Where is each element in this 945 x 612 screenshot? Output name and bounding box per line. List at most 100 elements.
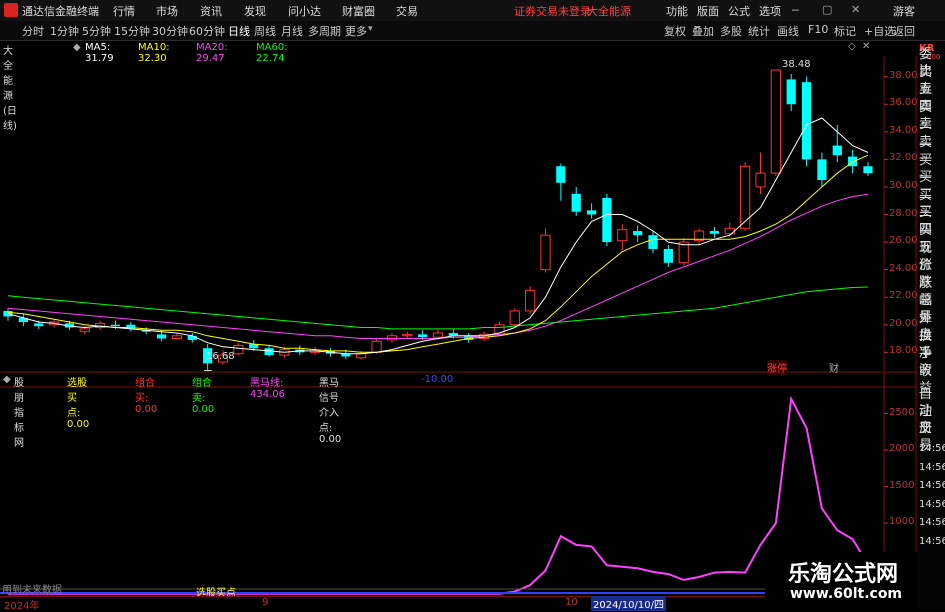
- menu-faxian[interactable]: 发现: [244, 3, 266, 19]
- candle-body: [817, 159, 827, 181]
- login-warning[interactable]: 证券交易未登录: [514, 3, 591, 19]
- date-label-oct: 10: [565, 597, 578, 608]
- btn-f10[interactable]: F10: [808, 23, 828, 36]
- max-price-label: 38.48: [782, 59, 811, 70]
- tab-monthly[interactable]: 月线: [281, 23, 303, 39]
- chevron-down-icon[interactable]: ▾: [368, 24, 373, 34]
- limit-up-tag[interactable]: 涨停: [767, 360, 787, 375]
- btn-back[interactable]: 返回: [893, 23, 915, 39]
- candles-group: [3, 69, 873, 371]
- candle-body: [356, 353, 367, 359]
- menu-banmian[interactable]: 版面: [697, 3, 719, 19]
- price-tick-label: 38.00: [889, 69, 918, 81]
- candle-body: [586, 210, 597, 215]
- legend-expand-icon[interactable]: ◆: [73, 42, 81, 53]
- trade-time-label: 14:56: [919, 535, 945, 547]
- tab-60min[interactable]: 60分钟: [189, 23, 225, 39]
- user-label[interactable]: 游客: [893, 3, 915, 19]
- price-tick-label: 34.00: [889, 124, 918, 136]
- candle-body: [418, 334, 428, 338]
- menu-xuanxiang[interactable]: 选项: [759, 3, 781, 19]
- watermark-line1: 乐淘公式网: [788, 562, 899, 587]
- menu-gongshi[interactable]: 公式: [728, 3, 750, 19]
- menu-hangqing[interactable]: 行情: [113, 3, 135, 19]
- candle-body: [79, 328, 90, 333]
- ind-tick-label: 2000: [889, 443, 915, 455]
- candle-body: [801, 82, 812, 160]
- candle-body: [633, 231, 643, 236]
- price-tick-label: 20.00: [889, 317, 918, 329]
- price-tick-label: 22.00: [889, 290, 918, 302]
- btn-add-watchlist[interactable]: +自选: [864, 23, 895, 39]
- tab-30min[interactable]: 30分钟: [152, 23, 188, 39]
- indicator-name: 股朋指标网: [14, 378, 24, 449]
- title-bar: 通达信金融终端 行情 市场 资讯 发现 问小达 财富圈 交易 证券交易未登录 大…: [0, 0, 945, 22]
- ma10-line: [7, 154, 869, 353]
- candle-body: [525, 289, 536, 312]
- tab-daily[interactable]: 日线: [228, 23, 250, 39]
- ma60-line: [7, 286, 869, 330]
- menu-gongneng[interactable]: 功能: [666, 3, 688, 19]
- tab-weekly[interactable]: 周线: [254, 23, 276, 39]
- price-axis: 38.00 36.00 34.00 32.00 30.00 28.00 26.00 24.00…: [884, 56, 918, 373]
- tab-multi-period[interactable]: 多周期: [308, 23, 341, 39]
- chart-area[interactable]: [0, 56, 917, 609]
- candle-body: [770, 69, 781, 174]
- menu-jiaoyi[interactable]: 交易: [396, 3, 418, 19]
- settings-diamond-icon[interactable]: ◇: [848, 41, 856, 52]
- ind-tick-label: 2500: [889, 406, 915, 418]
- finance-tag[interactable]: 财: [829, 360, 839, 375]
- menu-zixun[interactable]: 资讯: [200, 3, 222, 19]
- candle-body: [709, 231, 720, 234]
- candle-body: [233, 344, 244, 355]
- candle-body: [602, 197, 612, 243]
- candle-body: [110, 324, 121, 327]
- candle-body: [648, 235, 658, 249]
- ma20-line: [7, 193, 869, 339]
- price-tick-label: 24.00: [889, 262, 918, 274]
- tab-more[interactable]: 更多: [345, 23, 367, 39]
- period-toolbar: 分时 1分钟 5分钟 15分钟 30分钟 60分钟 日线 周线 月线 多周期 更…: [0, 21, 945, 41]
- indicator-settings-icon[interactable]: ◆: [3, 374, 11, 385]
- menu-shichang[interactable]: 市场: [156, 3, 178, 19]
- ma-lines-group: [7, 117, 869, 355]
- candle-body: [34, 323, 44, 327]
- indicator-extra: -10.00: [421, 374, 454, 385]
- tab-fenshi[interactable]: 分时: [22, 23, 44, 39]
- date-label-sep: 9: [262, 597, 269, 608]
- future-data-label: 用到未来数据: [2, 585, 62, 596]
- min-price-label: 16.68: [206, 351, 235, 362]
- price-tick-label: 30.00: [889, 179, 918, 191]
- price-tick-label: 28.00: [889, 207, 918, 219]
- btn-fuquan[interactable]: 复权: [664, 23, 686, 39]
- close-icon[interactable]: ✕: [851, 3, 860, 16]
- btn-tongji[interactable]: 统计: [748, 23, 770, 39]
- price-tick-label: 18.00: [889, 345, 918, 357]
- minimize-icon[interactable]: ─: [792, 4, 799, 17]
- btn-huaxian[interactable]: 画线: [777, 23, 799, 39]
- price-tick-label: 26.00: [889, 235, 918, 247]
- app-name: 通达信金融终端: [22, 5, 99, 18]
- btn-diejia[interactable]: 叠加: [692, 23, 714, 39]
- candle-body: [571, 193, 581, 212]
- tab-1min[interactable]: 1分钟: [50, 23, 79, 39]
- menu-wenxiaoda[interactable]: 问小达: [288, 3, 321, 19]
- candle-body: [432, 332, 444, 338]
- indicator-combo-buy: 组合买: 0.00: [135, 378, 158, 415]
- candle-body: [402, 333, 413, 337]
- candle-body: [371, 340, 382, 353]
- tab-15min[interactable]: 15分钟: [114, 23, 150, 39]
- candle-body: [509, 310, 520, 326]
- watermark-line2: www.60lt.com: [790, 586, 903, 602]
- tab-5min[interactable]: 5分钟: [82, 23, 111, 39]
- indicator-combo-sell: 组合卖: 0.00: [192, 378, 215, 415]
- panel-close-icon[interactable]: ✕: [862, 41, 870, 52]
- candle-body: [617, 229, 628, 242]
- btn-duogu[interactable]: 多股: [720, 23, 742, 39]
- candle-body: [556, 166, 566, 183]
- btn-biaoji[interactable]: 标记: [834, 23, 856, 39]
- menu-caifuquan[interactable]: 财富圈: [342, 3, 375, 19]
- trade-time-label: 14:56: [919, 443, 945, 454]
- restore-icon[interactable]: ▢: [822, 3, 832, 16]
- candle-body: [832, 145, 842, 156]
